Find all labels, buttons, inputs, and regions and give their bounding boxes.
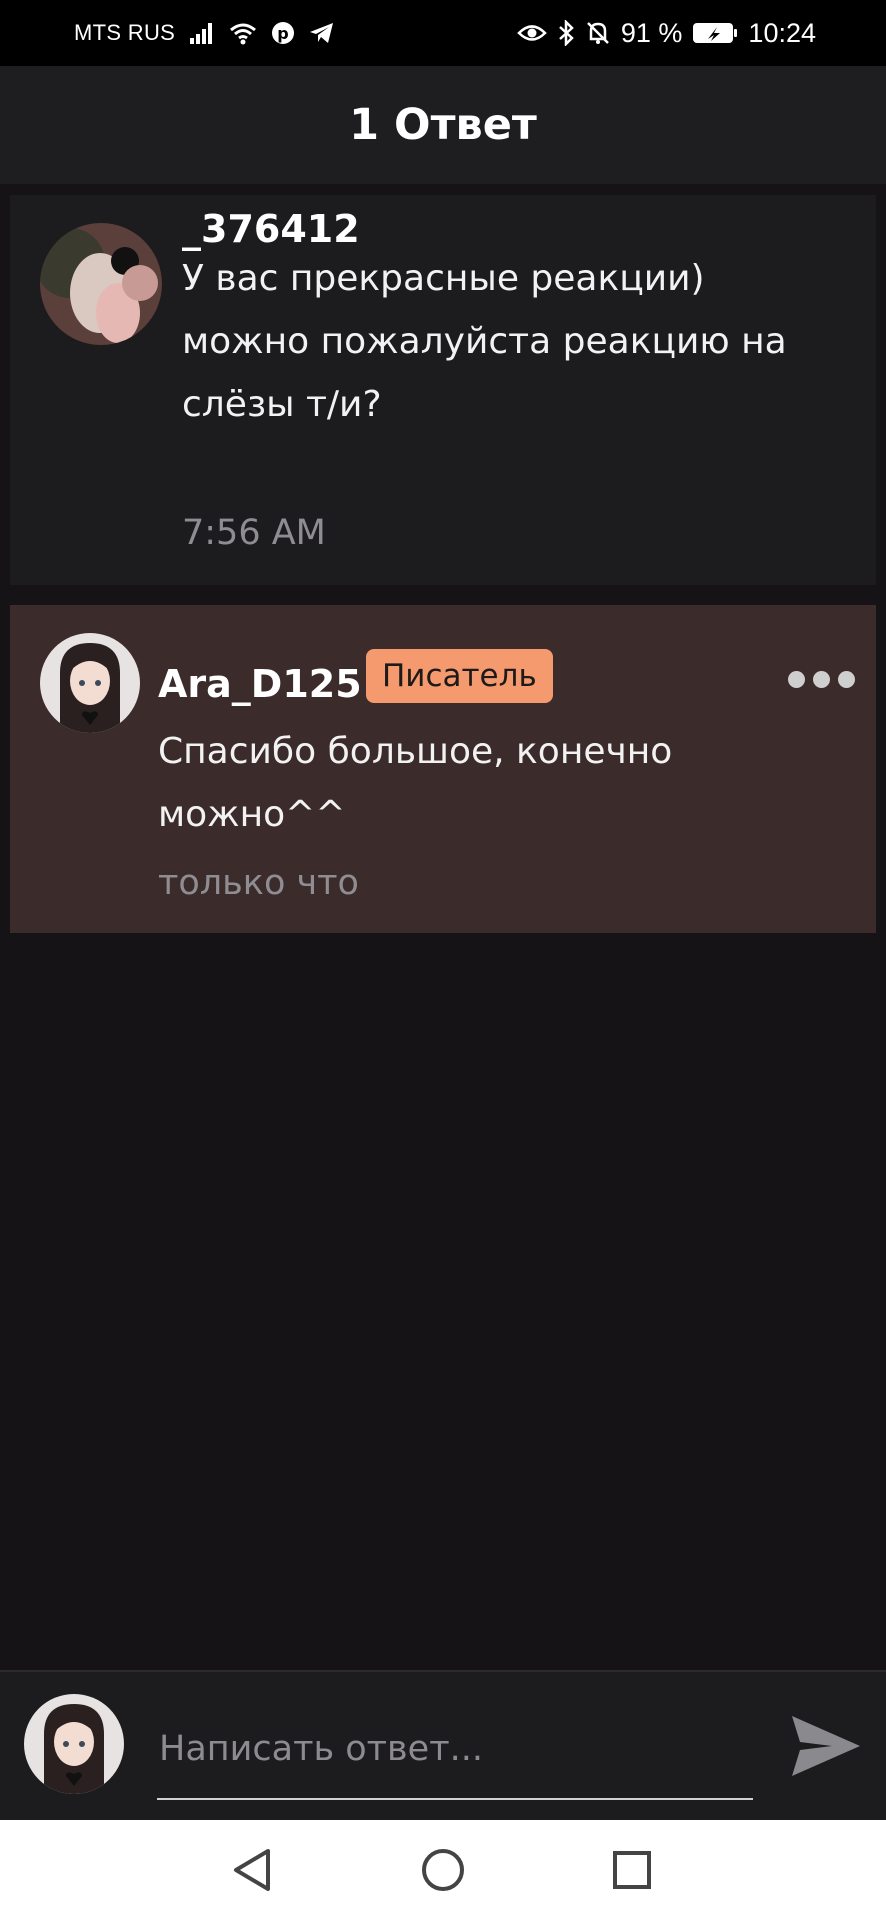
eye-icon <box>517 22 547 44</box>
more-dot-icon <box>788 671 805 688</box>
reply-text-line: Спасибо большое, конечно <box>158 731 673 772</box>
carrier-label: MTS RUS <box>74 20 176 45</box>
comment-text-line: слёзы т/и? <box>182 384 382 425</box>
back-icon <box>234 1849 270 1891</box>
recents-icon <box>613 1851 651 1889</box>
reply-text-line: можно^^ <box>158 794 346 835</box>
wifi-icon <box>229 21 257 45</box>
comment-timestamp: 7:56 AM <box>182 513 326 553</box>
reply-comment-card: Ara_D125 Писатель Спасибо большое, конеч… <box>10 605 876 933</box>
more-options-button[interactable] <box>788 671 855 688</box>
comment-text-line: можно пожалуйста реакцию на <box>182 321 787 362</box>
send-button[interactable] <box>788 1708 864 1784</box>
mute-bell-icon <box>585 20 611 46</box>
signal-icon <box>189 22 215 44</box>
home-icon <box>422 1849 464 1891</box>
reply-timestamp: только что <box>158 863 359 903</box>
more-dot-icon <box>838 671 855 688</box>
reply-input[interactable] <box>157 1700 753 1800</box>
reply-username[interactable]: Ara_D125 <box>158 653 362 715</box>
avatar[interactable] <box>40 633 140 733</box>
pinterest-icon: p <box>271 21 295 45</box>
avatar[interactable] <box>40 223 162 345</box>
writer-badge: Писатель <box>366 649 553 703</box>
recents-button[interactable] <box>602 1840 662 1900</box>
my-avatar[interactable] <box>24 1694 124 1794</box>
comment-text-line: У вас прекрасные реакции) <box>182 258 705 299</box>
more-dot-icon <box>813 671 830 688</box>
status-bar: MTS RUS p 91 % 10:24 <box>0 0 886 66</box>
page-header: 1 Ответ <box>0 66 886 184</box>
svg-text:p: p <box>277 24 288 43</box>
parent-comment-card: _376412 У вас прекрасные реакции) можно … <box>10 195 876 585</box>
send-icon <box>792 1716 860 1776</box>
status-bar-right: 91 % 10:24 <box>517 0 816 66</box>
status-bar-left: MTS RUS p <box>74 0 335 66</box>
clock: 10:24 <box>748 17 816 48</box>
battery-icon <box>692 21 738 45</box>
telegram-icon <box>309 22 335 44</box>
system-nav-bar <box>0 1820 886 1920</box>
home-button[interactable] <box>413 1840 473 1900</box>
bluetooth-icon <box>557 20 575 46</box>
back-button[interactable] <box>222 1840 282 1900</box>
page-title: 1 Ответ <box>349 100 537 150</box>
battery-percent: 91 % <box>620 17 683 48</box>
